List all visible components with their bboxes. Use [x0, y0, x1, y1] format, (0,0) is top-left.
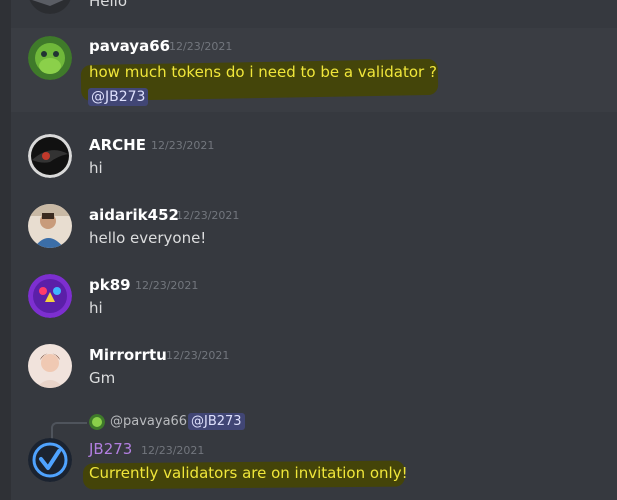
message-text: hello everyone! [89, 229, 207, 247]
username[interactable]: JB273 [89, 440, 132, 458]
message-item[interactable]: @pavaya66 @JB273 JB273 12/23/2021 Curren… [11, 408, 617, 500]
timestamp: 12/23/2021 [135, 279, 199, 292]
message-item[interactable]: pk89 12/23/2021 hi [11, 268, 617, 328]
username[interactable]: pavaya66 [89, 37, 170, 55]
message-item[interactable]: aidarik452 12/23/2021 hello everyone! [11, 198, 617, 258]
username[interactable]: Mirrorrtu [89, 346, 167, 364]
message-item[interactable]: ARCHE 12/23/2021 hi [11, 128, 617, 188]
avatar[interactable] [28, 204, 72, 248]
username[interactable]: aidarik452 [89, 206, 179, 224]
timestamp: 12/23/2021 [141, 444, 205, 457]
message-text: how much tokens do i need to be a valida… [89, 63, 437, 81]
timestamp: 12/23/2021 [166, 349, 230, 362]
avatar[interactable] [28, 36, 72, 80]
message-item[interactable]: Mirrorrtu 12/23/2021 Gm [11, 338, 617, 398]
message-text: hi [89, 299, 103, 317]
username[interactable]: ARCHE [89, 136, 146, 154]
avatar[interactable] [28, 0, 72, 14]
mention[interactable]: @JB273 [88, 88, 149, 106]
avatar[interactable] [28, 344, 72, 388]
reply-username[interactable]: @pavaya66 [110, 414, 187, 429]
message-text: Gm [89, 369, 116, 387]
left-rail [0, 0, 11, 500]
username[interactable]: pk89 [89, 276, 131, 294]
avatar[interactable] [28, 274, 72, 318]
message-text: hi [89, 159, 103, 177]
timestamp: 12/23/2021 [169, 40, 233, 53]
reply-mention[interactable]: @JB273 [188, 413, 245, 430]
reply-connector [51, 422, 87, 440]
timestamp: 12/23/2021 [151, 139, 215, 152]
message-text: Currently validators are on invitation o… [89, 464, 408, 482]
reply-avatar[interactable] [89, 414, 105, 430]
avatar[interactable] [28, 134, 72, 178]
message-item[interactable]: Hello [11, 0, 617, 14]
timestamp: 12/23/2021 [176, 209, 240, 222]
avatar[interactable] [28, 438, 72, 482]
message-text: Hello [89, 0, 128, 10]
message-item[interactable]: pavaya66 12/23/2021 how much tokens do i… [11, 28, 617, 112]
